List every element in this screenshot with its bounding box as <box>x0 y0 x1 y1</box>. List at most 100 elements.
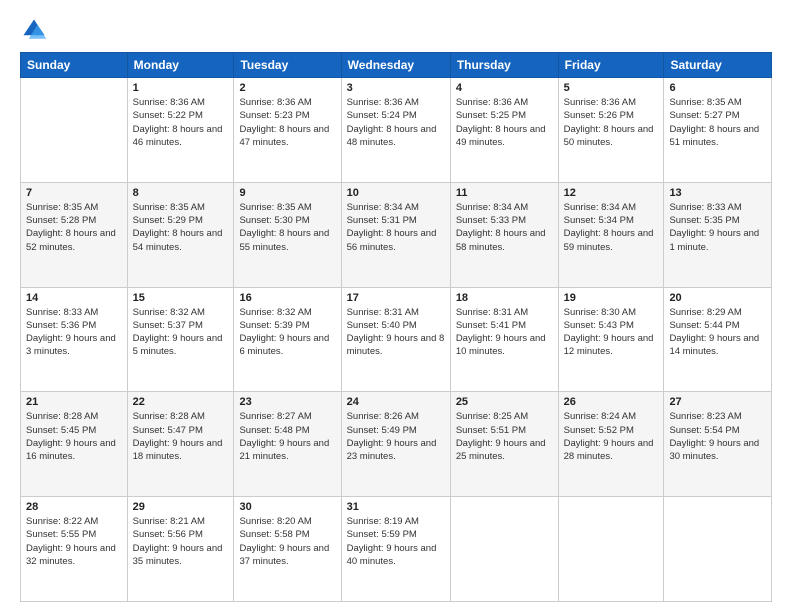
calendar-cell: 18 Sunrise: 8:31 AMSunset: 5:41 PMDayligh… <box>450 287 558 392</box>
day-number: 31 <box>347 501 445 513</box>
calendar-cell <box>450 497 558 602</box>
day-number: 7 <box>26 187 122 199</box>
day-info: Sunrise: 8:26 AMSunset: 5:49 PMDaylight:… <box>347 410 445 463</box>
day-info: Sunrise: 8:20 AMSunset: 5:58 PMDaylight:… <box>239 515 335 568</box>
day-number: 10 <box>347 187 445 199</box>
day-info: Sunrise: 8:29 AMSunset: 5:44 PMDaylight:… <box>669 306 766 359</box>
week-row-1: 7 Sunrise: 8:35 AMSunset: 5:28 PMDaylight… <box>21 182 772 287</box>
calendar-cell: 12 Sunrise: 8:34 AMSunset: 5:34 PMDayligh… <box>558 182 664 287</box>
day-info: Sunrise: 8:25 AMSunset: 5:51 PMDaylight:… <box>456 410 553 463</box>
calendar-cell: 29 Sunrise: 8:21 AMSunset: 5:56 PMDayligh… <box>127 497 234 602</box>
calendar-cell: 17 Sunrise: 8:31 AMSunset: 5:40 PMDayligh… <box>341 287 450 392</box>
day-info: Sunrise: 8:33 AMSunset: 5:35 PMDaylight:… <box>669 201 766 254</box>
calendar-cell: 23 Sunrise: 8:27 AMSunset: 5:48 PMDayligh… <box>234 392 341 497</box>
week-row-3: 21 Sunrise: 8:28 AMSunset: 5:45 PMDayligh… <box>21 392 772 497</box>
calendar-cell: 11 Sunrise: 8:34 AMSunset: 5:33 PMDayligh… <box>450 182 558 287</box>
calendar-cell: 4Sunrise: 8:36 AMSunset: 5:25 PMDaylight… <box>450 78 558 183</box>
day-number: 15 <box>133 292 229 304</box>
day-number: 17 <box>347 292 445 304</box>
day-number: 22 <box>133 396 229 408</box>
day-info: Sunrise: 8:36 AMSunset: 5:26 PMDaylight:… <box>564 96 659 149</box>
day-number: 1 <box>133 82 229 94</box>
day-info: Sunrise: 8:19 AMSunset: 5:59 PMDaylight:… <box>347 515 445 568</box>
day-header-saturday: Saturday <box>664 53 772 78</box>
day-number: 26 <box>564 396 659 408</box>
day-info: Sunrise: 8:22 AMSunset: 5:55 PMDaylight:… <box>26 515 122 568</box>
day-number: 20 <box>669 292 766 304</box>
day-info: Sunrise: 8:33 AMSunset: 5:36 PMDaylight:… <box>26 306 122 359</box>
day-number: 29 <box>133 501 229 513</box>
calendar-cell: 9Sunrise: 8:35 AMSunset: 5:30 PMDaylight… <box>234 182 341 287</box>
calendar-cell: 24 Sunrise: 8:26 AMSunset: 5:49 PMDayligh… <box>341 392 450 497</box>
calendar-cell: 10 Sunrise: 8:34 AMSunset: 5:31 PMDayligh… <box>341 182 450 287</box>
calendar-cell: 14 Sunrise: 8:33 AMSunset: 5:36 PMDayligh… <box>21 287 128 392</box>
day-number: 27 <box>669 396 766 408</box>
day-info: Sunrise: 8:36 AMSunset: 5:25 PMDaylight:… <box>456 96 553 149</box>
day-info: Sunrise: 8:28 AMSunset: 5:45 PMDaylight:… <box>26 410 122 463</box>
day-number: 19 <box>564 292 659 304</box>
day-info: Sunrise: 8:32 AMSunset: 5:39 PMDaylight:… <box>239 306 335 359</box>
day-info: Sunrise: 8:32 AMSunset: 5:37 PMDaylight:… <box>133 306 229 359</box>
header-row: SundayMondayTuesdayWednesdayThursdayFrid… <box>21 53 772 78</box>
day-info: Sunrise: 8:27 AMSunset: 5:48 PMDaylight:… <box>239 410 335 463</box>
day-info: Sunrise: 8:31 AMSunset: 5:41 PMDaylight:… <box>456 306 553 359</box>
calendar-cell: 27Sunrise: 8:23 AMSunset: 5:54 PMDayligh… <box>664 392 772 497</box>
day-info: Sunrise: 8:35 AMSunset: 5:28 PMDaylight:… <box>26 201 122 254</box>
day-info: Sunrise: 8:36 AMSunset: 5:22 PMDaylight:… <box>133 96 229 149</box>
calendar-cell: 28Sunrise: 8:22 AMSunset: 5:55 PMDayligh… <box>21 497 128 602</box>
day-header-wednesday: Wednesday <box>341 53 450 78</box>
calendar-cell: 1 Sunrise: 8:36 AMSunset: 5:22 PMDaylight… <box>127 78 234 183</box>
day-info: Sunrise: 8:36 AMSunset: 5:24 PMDaylight:… <box>347 96 445 149</box>
calendar-cell: 26 Sunrise: 8:24 AMSunset: 5:52 PMDayligh… <box>558 392 664 497</box>
day-header-tuesday: Tuesday <box>234 53 341 78</box>
calendar-cell: 16 Sunrise: 8:32 AMSunset: 5:39 PMDayligh… <box>234 287 341 392</box>
day-number: 11 <box>456 187 553 199</box>
day-info: Sunrise: 8:31 AMSunset: 5:40 PMDaylight:… <box>347 306 445 359</box>
day-info: Sunrise: 8:34 AMSunset: 5:33 PMDaylight:… <box>456 201 553 254</box>
calendar-cell: 6 Sunrise: 8:35 AMSunset: 5:27 PMDaylight… <box>664 78 772 183</box>
calendar-cell: 8 Sunrise: 8:35 AMSunset: 5:29 PMDaylight… <box>127 182 234 287</box>
day-header-sunday: Sunday <box>21 53 128 78</box>
calendar-cell: 30 Sunrise: 8:20 AMSunset: 5:58 PMDayligh… <box>234 497 341 602</box>
day-header-friday: Friday <box>558 53 664 78</box>
day-number: 14 <box>26 292 122 304</box>
day-number: 18 <box>456 292 553 304</box>
calendar-cell <box>664 497 772 602</box>
day-info: Sunrise: 8:35 AMSunset: 5:30 PMDaylight:… <box>239 201 335 254</box>
day-number: 12 <box>564 187 659 199</box>
day-number: 2 <box>239 82 335 94</box>
calendar-cell: 13 Sunrise: 8:33 AMSunset: 5:35 PMDayligh… <box>664 182 772 287</box>
day-info: Sunrise: 8:35 AMSunset: 5:29 PMDaylight:… <box>133 201 229 254</box>
day-number: 5 <box>564 82 659 94</box>
day-info: Sunrise: 8:24 AMSunset: 5:52 PMDaylight:… <box>564 410 659 463</box>
day-info: Sunrise: 8:35 AMSunset: 5:27 PMDaylight:… <box>669 96 766 149</box>
calendar-cell: 3 Sunrise: 8:36 AMSunset: 5:24 PMDaylight… <box>341 78 450 183</box>
day-info: Sunrise: 8:28 AMSunset: 5:47 PMDaylight:… <box>133 410 229 463</box>
day-info: Sunrise: 8:21 AMSunset: 5:56 PMDaylight:… <box>133 515 229 568</box>
calendar-cell: 2Sunrise: 8:36 AMSunset: 5:23 PMDaylight… <box>234 78 341 183</box>
day-header-thursday: Thursday <box>450 53 558 78</box>
calendar-cell: 7 Sunrise: 8:35 AMSunset: 5:28 PMDaylight… <box>21 182 128 287</box>
page: SundayMondayTuesdayWednesdayThursdayFrid… <box>0 0 792 612</box>
day-header-monday: Monday <box>127 53 234 78</box>
day-number: 24 <box>347 396 445 408</box>
day-number: 16 <box>239 292 335 304</box>
day-info: Sunrise: 8:34 AMSunset: 5:31 PMDaylight:… <box>347 201 445 254</box>
day-number: 3 <box>347 82 445 94</box>
calendar-cell <box>558 497 664 602</box>
day-number: 25 <box>456 396 553 408</box>
logo-icon <box>20 16 48 44</box>
day-number: 13 <box>669 187 766 199</box>
day-info: Sunrise: 8:34 AMSunset: 5:34 PMDaylight:… <box>564 201 659 254</box>
day-number: 6 <box>669 82 766 94</box>
week-row-4: 28Sunrise: 8:22 AMSunset: 5:55 PMDayligh… <box>21 497 772 602</box>
calendar-table: SundayMondayTuesdayWednesdayThursdayFrid… <box>20 52 772 602</box>
day-number: 8 <box>133 187 229 199</box>
day-number: 30 <box>239 501 335 513</box>
calendar-cell: 31 Sunrise: 8:19 AMSunset: 5:59 PMDayligh… <box>341 497 450 602</box>
calendar-cell: 22 Sunrise: 8:28 AMSunset: 5:47 PMDayligh… <box>127 392 234 497</box>
day-number: 23 <box>239 396 335 408</box>
logo <box>20 16 52 44</box>
day-info: Sunrise: 8:30 AMSunset: 5:43 PMDaylight:… <box>564 306 659 359</box>
day-number: 21 <box>26 396 122 408</box>
